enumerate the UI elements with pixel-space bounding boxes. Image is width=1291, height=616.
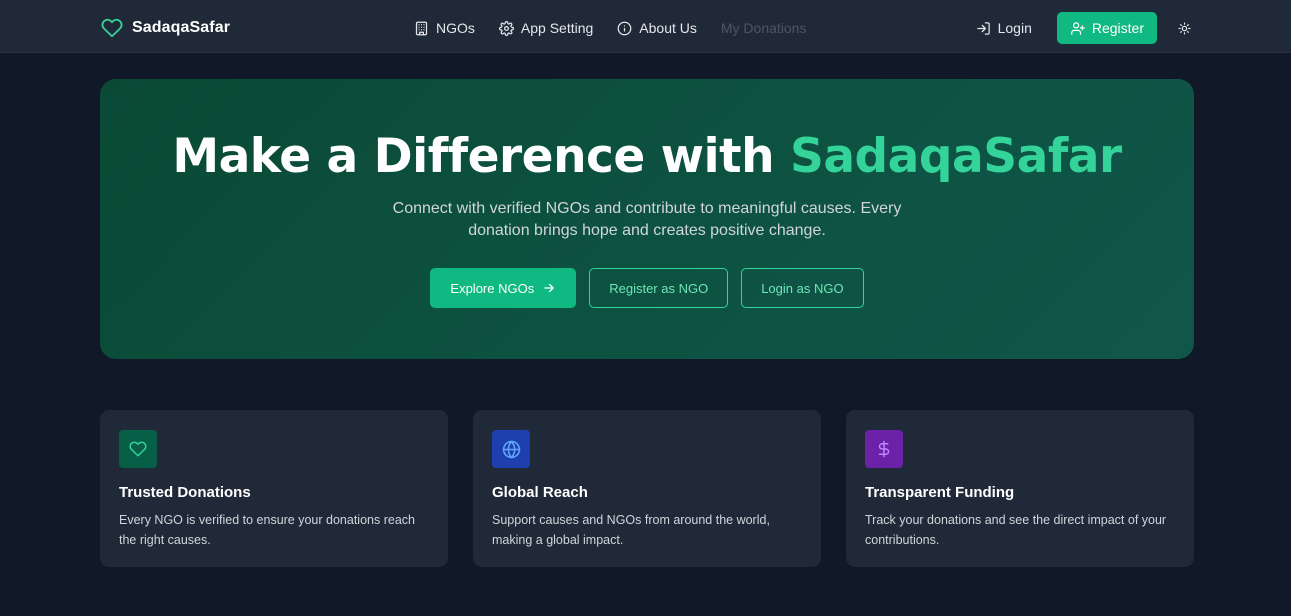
brand-logo[interactable]: SadaqaSafar xyxy=(100,15,230,41)
sun-icon xyxy=(1177,21,1191,35)
feature-description: Track your donations and see the direct … xyxy=(865,513,1167,547)
feature-description: Support causes and NGOs from around the … xyxy=(492,513,770,547)
arrow-right-icon xyxy=(544,283,554,293)
nav-link-about-us[interactable]: About Us xyxy=(617,20,697,36)
feature-card-global-reach: Global Reach Support causes and NGOs fro… xyxy=(473,410,821,567)
explore-ngos-button[interactable]: Explore NGOs xyxy=(430,268,577,308)
nav-link-app-setting[interactable]: App Setting xyxy=(498,20,594,36)
login-icon xyxy=(976,21,990,35)
register-ngo-button[interactable]: Register as NGO xyxy=(589,268,729,308)
nav-link-my-donations[interactable]: My Donations xyxy=(721,20,807,36)
theme-toggle-button[interactable] xyxy=(1177,21,1191,35)
hero-section: Make a Difference with SadaqaSafar Conne… xyxy=(100,79,1194,359)
dollar-icon xyxy=(878,440,890,458)
nav-link-label: App Setting xyxy=(520,20,594,36)
register-label: Register xyxy=(1091,20,1144,36)
info-icon xyxy=(617,21,632,35)
explore-ngos-label: Explore NGOs xyxy=(450,280,535,296)
login-ngo-button[interactable]: Login as NGO xyxy=(741,268,864,308)
feature-icon-box xyxy=(119,430,157,468)
gear-icon xyxy=(498,20,514,36)
register-ngo-label: Register as NGO xyxy=(609,280,709,296)
feature-description: Every NGO is verified to ensure your don… xyxy=(119,513,415,547)
nav-link-label: NGOs xyxy=(436,20,475,36)
feature-title: Trusted Donations xyxy=(119,484,251,501)
feature-title: Transparent Funding xyxy=(865,484,1015,501)
nav-link-label: My Donations xyxy=(720,20,807,36)
globe-icon xyxy=(502,440,520,458)
nav-link-ngos[interactable]: NGOs xyxy=(414,20,475,36)
building-icon xyxy=(415,21,428,35)
hero-subtitle: Connect with verified NGOs and contribut… xyxy=(392,200,902,239)
feature-title: Global Reach xyxy=(492,484,588,501)
hero-title: Make a Difference with SadaqaSafar xyxy=(100,133,1194,180)
nav-link-label: About Us xyxy=(639,20,697,36)
feature-icon-box xyxy=(492,430,530,468)
login-label: Login xyxy=(997,20,1032,36)
login-link[interactable]: Login xyxy=(976,20,1032,36)
hero-actions: Explore NGOs Register as NGO Login as NG… xyxy=(100,268,1194,308)
feature-icon-box xyxy=(865,430,903,468)
nav-links: NGOs App Setting About Us My Donations xyxy=(414,17,806,39)
heart-icon xyxy=(129,441,147,457)
feature-card-trusted-donations: Trusted Donations Every NGO is verified … xyxy=(100,410,448,567)
navbar: SadaqaSafar NGOs App Setting About Us My… xyxy=(0,0,1291,53)
heart-icon xyxy=(101,18,123,38)
hero-title-prefix: Make a Difference with xyxy=(172,129,775,184)
hero-title-accent: SadaqaSafar xyxy=(789,129,1122,184)
nav-actions: Login Register xyxy=(976,12,1191,44)
brand-name: SadaqaSafar xyxy=(132,19,231,36)
register-button[interactable]: Register xyxy=(1056,12,1157,44)
feature-card-transparent-funding: Transparent Funding Track your donations… xyxy=(846,410,1194,567)
user-plus-icon xyxy=(1070,21,1085,35)
login-ngo-label: Login as NGO xyxy=(761,280,844,296)
